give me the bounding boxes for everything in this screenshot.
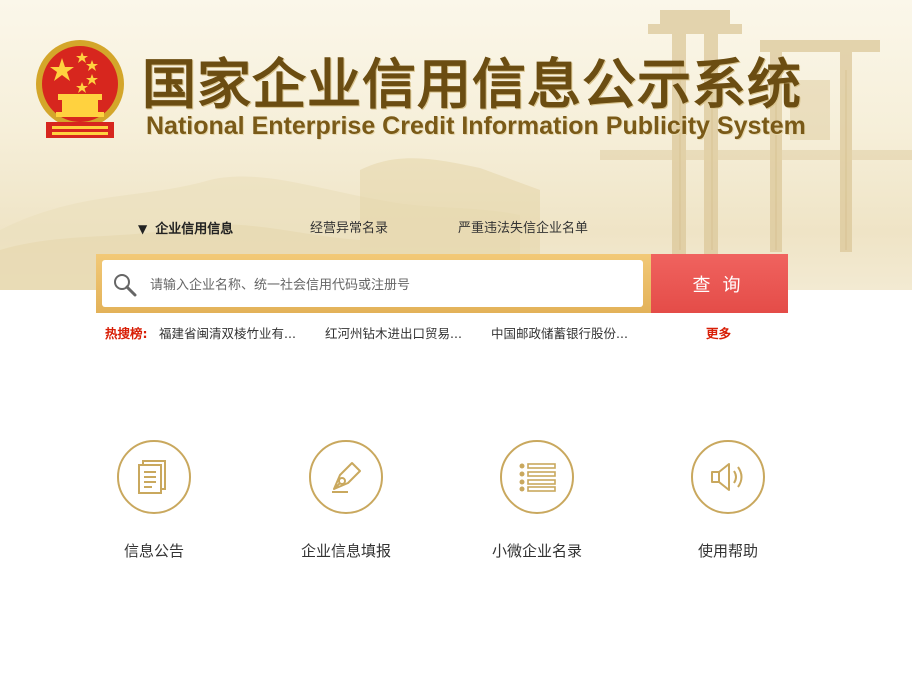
hot-search-item[interactable]: 福建省闽清双棱竹业有... — [159, 323, 296, 342]
hot-search-label: 热搜榜: — [105, 326, 148, 341]
tab-label: 经营异常名录 — [310, 221, 389, 236]
feature-label: 信息公告 — [123, 542, 184, 560]
feature-icon-circle — [691, 440, 765, 514]
feature-label: 小微企业名录 — [491, 542, 582, 560]
feature-small-business-list[interactable]: 小微企业名录 — [457, 440, 617, 561]
feature-help[interactable]: 使用帮助 — [648, 440, 808, 561]
search-input[interactable] — [148, 270, 632, 300]
search-input-wrapper — [102, 260, 643, 307]
hot-search-item[interactable]: 红河州钻木进出口贸易... — [325, 323, 462, 342]
feature-info-notice[interactable]: 信息公告 — [74, 440, 234, 561]
tab-label: 严重违法失信企业名单 — [458, 221, 589, 236]
feature-icon-circle — [500, 440, 574, 514]
hot-search-item[interactable]: 中国邮政储蓄银行股份... — [491, 323, 628, 342]
header-banner: 国家企业信用信息公示系统 National Enterprise Credit … — [0, 0, 912, 290]
hot-search-more-link[interactable]: 更多 — [706, 323, 731, 342]
caret-down-icon: ▼ — [138, 222, 148, 236]
search-box — [96, 254, 651, 313]
tab-label: 企业信用信息 — [155, 222, 234, 237]
feature-icon-circle — [117, 440, 191, 514]
national-emblem-icon — [36, 40, 124, 138]
search-icon — [114, 274, 137, 297]
site-title-cn: 国家企业信用信息公示系统 — [142, 53, 802, 116]
feature-label: 企业信息填报 — [300, 542, 391, 560]
tab-enterprise-credit[interactable]: ▼ 企业信用信息 — [138, 219, 233, 240]
feature-icon-circle — [309, 440, 383, 514]
feature-enterprise-report[interactable]: 企业信息填报 — [266, 440, 426, 561]
speaker-icon — [711, 463, 743, 491]
site-title-en: National Enterprise Credit Information P… — [146, 112, 806, 140]
search-button[interactable]: 查询 — [651, 254, 788, 313]
tab-abnormal-operation[interactable]: 经营异常名录 — [310, 219, 388, 239]
document-icon — [138, 460, 166, 494]
list-icon — [519, 463, 556, 492]
pen-icon — [332, 462, 361, 493]
feature-label: 使用帮助 — [697, 542, 758, 560]
tab-serious-violation[interactable]: 严重违法失信企业名单 — [458, 219, 588, 239]
